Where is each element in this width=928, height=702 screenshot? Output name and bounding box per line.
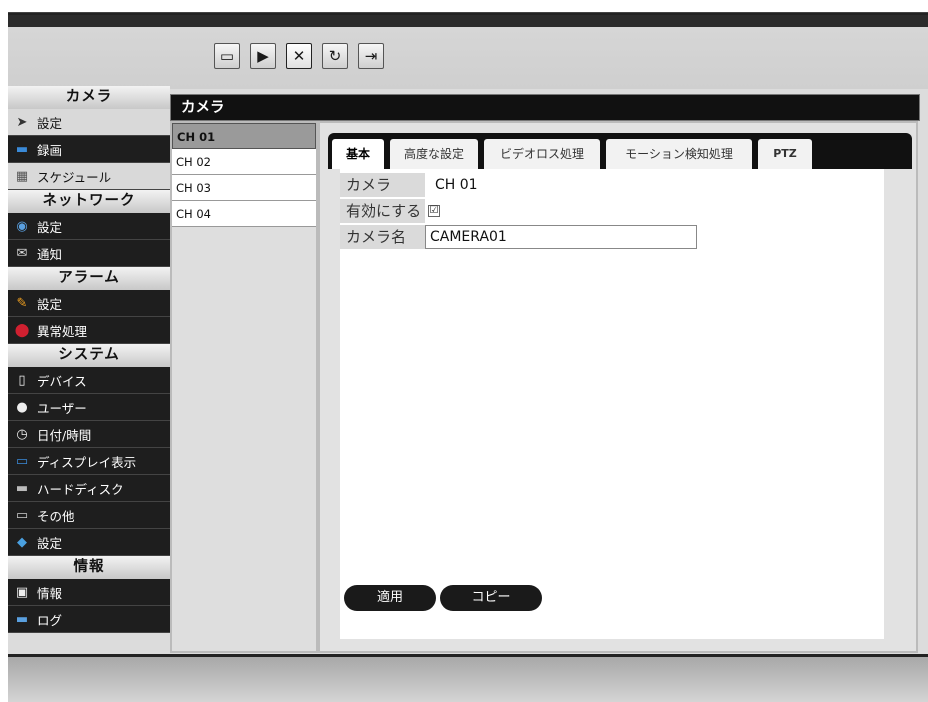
sidebar-item-log[interactable]: ▬ ログ <box>8 606 170 633</box>
user-icon: ● <box>16 399 28 415</box>
enable-label: 有効にする <box>340 199 425 223</box>
app-window: ▭ ▶ ✕ ↻ ⇥ カメラ ➤ 設定 ▬ 録画 ▦ スケジュール ネットワーク … <box>8 12 928 702</box>
camera-label: カメラ <box>340 173 425 197</box>
sidebar-item-alarm-settings[interactable]: ✎ 設定 <box>8 290 170 317</box>
apply-button[interactable]: 適用 <box>344 585 436 611</box>
sidebar-item-notification[interactable]: ✉ 通知 <box>8 240 170 267</box>
enable-checkbox[interactable]: ☑ <box>428 205 440 217</box>
playback-icon[interactable]: ▶ <box>250 43 276 69</box>
sidebar-item-label: ユーザー <box>37 400 87 416</box>
sidebar-section-network: ネットワーク <box>8 190 170 213</box>
sidebar-item-harddisk[interactable]: ▬ ハードディスク <box>8 475 170 502</box>
display-icon: ▭ <box>15 453 29 469</box>
sidebar-section-info: 情報 <box>8 556 170 579</box>
copy-button[interactable]: コピー <box>440 585 542 611</box>
sidebar-item-other[interactable]: ▭ その他 <box>8 502 170 529</box>
channel-item-ch03[interactable]: CH 03 <box>172 175 316 201</box>
sidebar-item-label: スケジュール <box>37 169 112 185</box>
sidebar-item-label: 設定 <box>37 219 63 235</box>
sidebar-item-label: 日付/時間 <box>37 427 92 443</box>
sidebar-item-display[interactable]: ▭ ディスプレイ表示 <box>8 448 170 475</box>
sidebar-item-label: デバイス <box>37 373 87 389</box>
info-icon: ▣ <box>15 584 29 600</box>
sidebar-item-recording[interactable]: ▬ 録画 <box>8 136 170 163</box>
bottom-bar <box>8 654 928 702</box>
tools-icon[interactable]: ✕ <box>286 43 312 69</box>
sidebar: カメラ ➤ 設定 ▬ 録画 ▦ スケジュール ネットワーク ◉ 設定 ✉ 通知 … <box>8 86 170 658</box>
sidebar-item-label: 設定 <box>37 535 63 551</box>
tab-motion-detection[interactable]: モーション検知処理 <box>606 139 752 169</box>
sidebar-item-label: 異常処理 <box>37 323 88 339</box>
tab-bar: 基本 高度な設定 ビデオロス処理 モーション検知処理 PTZ <box>328 133 912 169</box>
clock-icon: ◷ <box>16 426 28 442</box>
device-icon: ▯ <box>18 372 26 388</box>
sidebar-item-label: ハードディスク <box>37 481 124 497</box>
recording-icon: ▬ <box>15 141 29 157</box>
sidebar-item-datetime[interactable]: ◷ 日付/時間 <box>8 421 170 448</box>
sidebar-section-camera: カメラ <box>8 86 170 109</box>
sidebar-item-camera-settings[interactable]: ➤ 設定 <box>8 109 170 136</box>
sidebar-item-label: ログ <box>37 612 63 628</box>
tab-video-loss[interactable]: ビデオロス処理 <box>484 139 600 169</box>
sidebar-item-label: 録画 <box>37 142 63 158</box>
log-icon: ▬ <box>15 611 29 627</box>
sidebar-item-user[interactable]: ● ユーザー <box>8 394 170 421</box>
camera-name-input[interactable] <box>425 225 697 249</box>
sidebar-section-system: システム <box>8 344 170 367</box>
channel-item-ch01[interactable]: CH 01 <box>172 123 316 149</box>
calendar-icon: ▦ <box>15 168 29 184</box>
system-settings-icon: ◆ <box>17 534 27 550</box>
sidebar-item-network-settings[interactable]: ◉ 設定 <box>8 213 170 240</box>
sidebar-item-label: 設定 <box>37 296 63 312</box>
exception-icon: ⬤ <box>14 322 30 338</box>
channel-list: CH 01 CH 02 CH 03 CH 04 <box>170 121 318 653</box>
tab-basic[interactable]: 基本 <box>332 139 384 169</box>
sidebar-item-label: その他 <box>37 508 75 524</box>
settings-panel: 基本 高度な設定 ビデオロス処理 モーション検知処理 PTZ カメラ CH 01… <box>318 121 918 653</box>
camera-value: CH 01 <box>435 177 478 193</box>
sidebar-item-label: 通知 <box>37 246 63 262</box>
monitor-icon[interactable]: ▭ <box>214 43 240 69</box>
camera-name-label: カメラ名 <box>340 225 425 249</box>
tab-ptz[interactable]: PTZ <box>758 139 812 169</box>
page-title: カメラ <box>170 94 920 121</box>
sidebar-item-label: 情報 <box>37 585 63 601</box>
other-icon: ▭ <box>15 507 29 523</box>
alarm-settings-icon: ✎ <box>16 295 28 311</box>
camera-settings-icon: ➤ <box>16 114 28 130</box>
logout-icon[interactable]: ⇥ <box>358 43 384 69</box>
basic-settings-form: カメラ CH 01 有効にする ☑ カメラ名 適用 コピー <box>340 169 884 639</box>
sidebar-item-device[interactable]: ▯ デバイス <box>8 367 170 394</box>
content-panel: カメラ CH 01 CH 02 CH 03 CH 04 基本 高度な設定 ビデオ… <box>170 94 920 656</box>
refresh-icon[interactable]: ↻ <box>322 43 348 69</box>
notification-icon: ✉ <box>16 245 28 261</box>
sidebar-item-system-settings[interactable]: ◆ 設定 <box>8 529 170 556</box>
channel-item-ch02[interactable]: CH 02 <box>172 149 316 175</box>
sidebar-section-alarm: アラーム <box>8 267 170 290</box>
sidebar-item-schedule[interactable]: ▦ スケジュール <box>8 163 170 190</box>
sidebar-item-info[interactable]: ▣ 情報 <box>8 579 170 606</box>
harddisk-icon: ▬ <box>15 480 29 496</box>
tab-advanced[interactable]: 高度な設定 <box>390 139 478 169</box>
network-settings-icon: ◉ <box>16 218 28 234</box>
top-toolbar: ▭ ▶ ✕ ↻ ⇥ <box>8 15 928 89</box>
sidebar-item-label: ディスプレイ表示 <box>37 454 137 470</box>
sidebar-item-exception[interactable]: ⬤ 異常処理 <box>8 317 170 344</box>
channel-item-ch04[interactable]: CH 04 <box>172 201 316 227</box>
sidebar-item-label: 設定 <box>37 115 63 131</box>
